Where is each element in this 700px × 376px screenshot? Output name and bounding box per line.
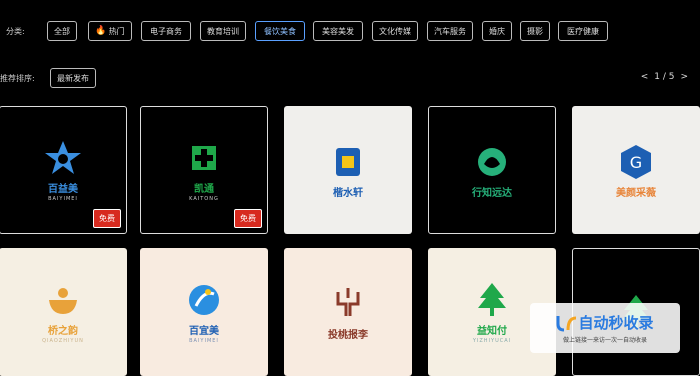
category-chip-all[interactable]: 全部 [47, 21, 77, 41]
card-brand: 投桃报李 [328, 329, 368, 341]
category-chip-medical[interactable]: 医疗健康 [558, 21, 608, 41]
card-brand-sub: BAIYIMEI [189, 338, 219, 344]
category-chip-wedding[interactable]: 婚庆 [482, 21, 512, 41]
category-chip-hot[interactable]: 🔥 热门 [88, 21, 132, 41]
template-card[interactable]: 百益美 BAIYIMEI 免费 [0, 106, 127, 234]
template-card[interactable]: 投桃报李 [284, 248, 412, 376]
card-brand-sub: KAITONG [189, 196, 219, 202]
bowl-logo-icon [49, 288, 77, 314]
free-badge: 免费 [93, 209, 121, 228]
star-logo-icon [45, 141, 81, 174]
card-brand-sub: YIZHIYUCAI [472, 338, 512, 344]
template-card[interactable]: 百宜美 BAIYIMEI [140, 248, 268, 376]
sort-bar: 推荐排序: 最新发布 < 1 / 5 > [0, 66, 700, 90]
watermark-title: 自动秒收录 [578, 314, 654, 332]
card-brand: 桥之韵 [48, 326, 78, 337]
category-chip-auto[interactable]: 汽车服务 [427, 21, 473, 41]
template-card[interactable]: 凯通 KAITONG 免费 [140, 106, 268, 234]
fire-icon: 🔥 [95, 26, 107, 36]
card-brand: 益知付 [477, 326, 507, 337]
template-card[interactable]: G 美颜采薇 [572, 106, 700, 234]
template-card[interactable]: 桥之韵 QIAOZHIYUN [0, 248, 127, 376]
leaf-logo-icon [478, 147, 506, 176]
card-brand-sub: BAIYIMEI [48, 196, 78, 202]
template-card[interactable]: 楷水轩 [284, 106, 412, 234]
cross-logo-icon [192, 146, 216, 170]
category-label: 分类: [6, 27, 25, 36]
category-chip-beauty[interactable]: 美容美发 [313, 21, 363, 41]
watermark-subtitle: 做上链接一来访一次一自动收录 [562, 337, 647, 344]
category-chip-ecommerce[interactable]: 电子商务 [141, 21, 191, 41]
watermark-logo-icon [556, 315, 577, 331]
svg-text:G: G [630, 153, 642, 172]
category-chip-media[interactable]: 文化传媒 [372, 21, 418, 41]
card-brand-sub: QIAOZHIYUN [42, 338, 84, 344]
pagination: < 1 / 5 > [641, 72, 688, 82]
prev-page-button[interactable]: < [641, 72, 649, 82]
runner-logo-icon [189, 285, 219, 315]
next-page-button[interactable]: > [680, 72, 688, 82]
branch-logo-icon [336, 287, 360, 316]
sort-label: 推荐排序: [0, 74, 35, 83]
square-logo-icon [336, 147, 360, 176]
watermark: 自动秒收录 做上链接一来访一次一自动收录 [530, 303, 680, 353]
template-card[interactable]: 行知远达 [428, 106, 556, 234]
card-brand: 美颜采薇 [616, 187, 656, 199]
tree-logo-icon [478, 283, 506, 316]
free-badge: 免费 [234, 209, 262, 228]
card-brand: 百益美 [48, 184, 78, 195]
category-chip-food[interactable]: 餐饮美食 [255, 21, 305, 41]
card-brand: 凯通 [194, 184, 214, 195]
category-chip-education[interactable]: 教育培训 [200, 21, 246, 41]
category-filter-bar: 分类: 全部 🔥 热门 电子商务 教育培训 餐饮美食 美容美发 文化传媒 汽车服务… [0, 18, 700, 46]
card-brand: 百宜美 [189, 326, 219, 337]
sort-chip-latest[interactable]: 最新发布 [50, 68, 96, 88]
category-chip-photo[interactable]: 摄影 [520, 21, 550, 41]
card-brand: 行知远达 [472, 187, 512, 199]
card-brand: 楷水轩 [333, 187, 363, 199]
page-indicator: 1 / 5 [654, 72, 675, 82]
hexagon-logo-icon: G [621, 144, 651, 179]
